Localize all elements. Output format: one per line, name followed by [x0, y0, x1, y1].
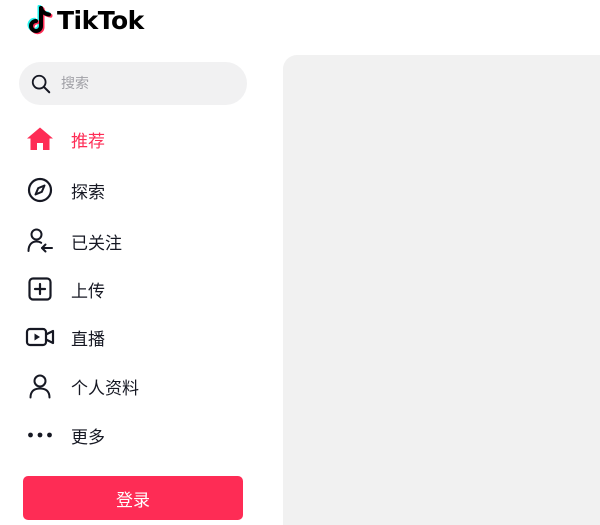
nav-item-following[interactable]: 已关注 — [20, 219, 250, 263]
profile-icon — [20, 370, 60, 402]
more-icon — [20, 419, 60, 451]
nav-item-upload[interactable]: 上传 — [20, 267, 250, 311]
tiktok-page: TikTok 推荐 探索 — [0, 0, 600, 525]
nav-label: 更多 — [71, 427, 105, 448]
nav-label: 推荐 — [71, 131, 105, 152]
tiktok-note-icon — [26, 5, 54, 37]
nav-item-more[interactable]: 更多 — [20, 413, 250, 457]
login-button[interactable]: 登录 — [23, 476, 243, 520]
main-content-panel — [283, 55, 600, 525]
tiktok-logo[interactable]: TikTok — [26, 4, 144, 38]
compass-icon — [20, 174, 60, 206]
following-icon — [20, 225, 60, 257]
nav-item-explore[interactable]: 探索 — [20, 168, 250, 212]
search-icon[interactable] — [30, 73, 52, 95]
nav-label: 上传 — [71, 281, 105, 302]
nav-item-live[interactable]: 直播 — [20, 315, 250, 359]
nav-label: 直播 — [71, 329, 105, 350]
nav-item-for-you[interactable]: 推荐 — [20, 117, 250, 161]
nav-label: 已关注 — [71, 233, 122, 254]
nav-label: 个人资料 — [71, 378, 139, 399]
nav-item-profile[interactable]: 个人资料 — [20, 364, 250, 408]
nav-label: 探索 — [71, 182, 105, 203]
search-input[interactable] — [61, 68, 231, 99]
brand-name: TikTok — [57, 6, 144, 35]
home-icon — [20, 123, 60, 155]
live-icon — [20, 321, 60, 353]
search-box[interactable] — [19, 62, 247, 105]
upload-icon — [20, 273, 60, 305]
